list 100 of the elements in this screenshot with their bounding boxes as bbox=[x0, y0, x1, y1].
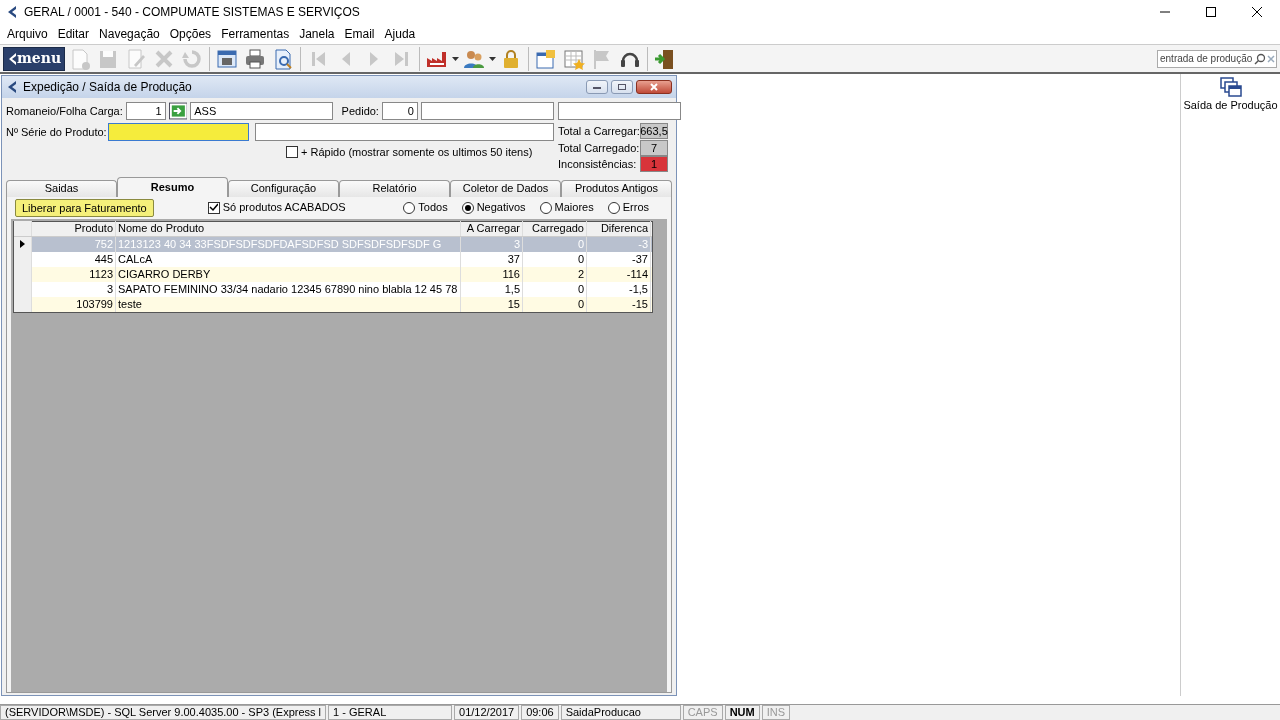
table-cell: CIGARRO DERBY bbox=[116, 266, 461, 282]
radio-label: Todos bbox=[418, 200, 448, 216]
total-value: 663,5 bbox=[640, 123, 668, 140]
menu-item[interactable]: Editar bbox=[52, 25, 95, 43]
field-label: Pedido: bbox=[341, 103, 379, 119]
status-segment: 09:06 bbox=[521, 705, 559, 720]
table-cell: -114 bbox=[587, 266, 651, 282]
app-logo-icon bbox=[6, 5, 18, 19]
menu-item[interactable]: Navegação bbox=[94, 25, 165, 43]
radio-button[interactable] bbox=[403, 201, 416, 214]
checkbox[interactable] bbox=[286, 146, 298, 159]
status-segment: SaidaProducao bbox=[560, 705, 681, 720]
input-field[interactable] bbox=[558, 102, 681, 120]
menu-item[interactable]: Ferramentas bbox=[216, 25, 295, 43]
release-button[interactable]: Liberar para Faturamento bbox=[15, 198, 154, 217]
table-cell: 445 bbox=[32, 251, 116, 267]
back-icon[interactable] bbox=[6, 80, 18, 94]
tab[interactable]: Configuração bbox=[228, 179, 339, 197]
tab[interactable]: Saidas bbox=[6, 179, 117, 197]
close-icon bbox=[650, 83, 658, 91]
menu-item[interactable]: Arquivo bbox=[2, 25, 53, 43]
tab[interactable]: Produtos Antigos bbox=[561, 179, 672, 197]
radio-button[interactable] bbox=[539, 201, 552, 214]
input-field[interactable] bbox=[255, 123, 554, 141]
radio-button[interactable] bbox=[607, 201, 620, 214]
column-header[interactable]: Diferenca bbox=[587, 221, 651, 236]
input-field[interactable]: 0 bbox=[381, 102, 418, 120]
caret-icon[interactable] bbox=[489, 56, 497, 61]
checkbox[interactable] bbox=[207, 201, 220, 214]
tab[interactable]: Coletor de Dados bbox=[450, 179, 561, 197]
go-arrow-icon[interactable] bbox=[168, 102, 188, 120]
table-cell: teste bbox=[116, 296, 461, 312]
status-segment: 01/12/2017 bbox=[454, 705, 520, 720]
total-label: Total a Carregar: bbox=[558, 124, 640, 139]
field-label: Romaneio/Folha Carga: bbox=[6, 103, 123, 119]
restore-icon bbox=[617, 83, 627, 91]
serial-input-field[interactable] bbox=[108, 123, 249, 141]
status-segment: (SERVIDOR\MSDE) - SQL Server 9.00.4035.00 - SP3 (Express l bbox=[0, 705, 327, 720]
table-row[interactable]: 445 CALcA 37 0 -37 bbox=[14, 251, 652, 267]
status-segment: INS bbox=[761, 705, 791, 720]
arrow-icon bbox=[7, 50, 17, 67]
table-cell: 1,5 bbox=[461, 281, 523, 297]
table-cell: 116 bbox=[461, 266, 523, 282]
row-pointer-icon bbox=[20, 240, 25, 248]
radio-label: Negativos bbox=[476, 200, 526, 216]
minimize-button[interactable] bbox=[586, 80, 608, 94]
search-icon bbox=[1254, 52, 1266, 65]
table-row[interactable]: 3 SAPATO FEMININO 33/34 nadario 12345 67890 nino blabla 12 45 78 1,5 0 -1,5 bbox=[14, 281, 652, 297]
table-cell: 15 bbox=[461, 296, 523, 312]
check-icon bbox=[209, 203, 219, 212]
table-cell: 1213123 40 34 33FSDFSDFSDFDAFSDFSD SDFSDFSDFSDF G bbox=[116, 236, 461, 252]
column-header[interactable]: A Carregar bbox=[461, 221, 523, 236]
table-row[interactable]: 1123 CIGARRO DERBY 116 2 -114 bbox=[14, 266, 652, 282]
minimize-icon bbox=[593, 84, 601, 90]
total-value: 1 bbox=[640, 156, 668, 173]
total-value: 7 bbox=[640, 139, 668, 156]
total-label: Total Carregado: bbox=[558, 140, 640, 156]
menu-item[interactable]: Janela bbox=[294, 25, 340, 43]
table-cell: -15 bbox=[587, 296, 651, 312]
table-cell: -37 bbox=[587, 251, 651, 267]
close-button[interactable] bbox=[636, 80, 672, 94]
column-header[interactable]: Produto bbox=[32, 221, 116, 236]
table-cell: 1123 bbox=[32, 266, 116, 282]
windows-icon bbox=[1219, 77, 1242, 97]
input-field[interactable]: ASS bbox=[190, 102, 333, 120]
input-field[interactable] bbox=[420, 102, 554, 120]
window-title: GERAL / 0001 - 540 - COMPUMATE SISTEMAS E SERVIÇOS bbox=[24, 4, 360, 21]
table-cell: 0 bbox=[523, 296, 587, 312]
table-cell: 3 bbox=[461, 236, 523, 252]
column-header[interactable]: Carregado bbox=[523, 221, 587, 236]
table-cell: 3 bbox=[32, 281, 116, 297]
field-label: Nº Série do Produto: bbox=[6, 124, 105, 140]
table-cell: 0 bbox=[523, 281, 587, 297]
radio-button[interactable] bbox=[461, 201, 474, 214]
tab[interactable]: Resumo bbox=[117, 176, 228, 197]
search-field[interactable]: entrada de produção bbox=[1157, 49, 1277, 68]
restore-button[interactable] bbox=[611, 80, 633, 94]
status-segment: NUM bbox=[724, 705, 760, 720]
table-row[interactable]: 103799 teste 15 0 -15 bbox=[14, 296, 652, 312]
input-field[interactable]: 1 bbox=[125, 102, 166, 120]
menu-item[interactable]: Ajuda bbox=[379, 25, 421, 43]
table-cell: SAPATO FEMININO 33/34 nadario 12345 67890 nino blabla 12 45 78 bbox=[116, 281, 461, 297]
table-cell: 0 bbox=[523, 251, 587, 267]
checkbox-label: Só produtos ACABADOS bbox=[222, 200, 346, 216]
menu-item[interactable]: Email bbox=[339, 25, 380, 43]
shortcut-button[interactable]: Saída de Produção bbox=[1183, 77, 1278, 114]
table-cell: 37 bbox=[461, 251, 523, 267]
table-cell: 2 bbox=[523, 266, 587, 282]
table-cell: -3 bbox=[587, 236, 651, 252]
menu-button[interactable]: menu bbox=[3, 46, 66, 71]
menu-item[interactable]: Opções bbox=[164, 25, 217, 43]
tab[interactable]: Relatório bbox=[339, 179, 450, 197]
caret-icon[interactable] bbox=[452, 56, 460, 61]
checkbox-label: + Rápido (mostrar somente os ultimos 50 itens) bbox=[301, 145, 533, 160]
total-label: Inconsistências: bbox=[558, 157, 637, 172]
column-header[interactable]: Nome do Produto bbox=[116, 221, 461, 236]
table-cell: 0 bbox=[523, 236, 587, 252]
window-title: Expedição / Saída de Produção bbox=[23, 79, 192, 96]
radio-label: Maiores bbox=[554, 200, 594, 216]
status-segment: 1 - GERAL bbox=[328, 705, 453, 720]
